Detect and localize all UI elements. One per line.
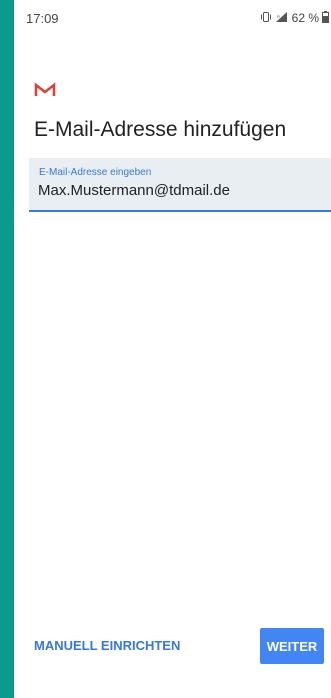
email-field-label: E-Mail-Adresse eingeben: [39, 167, 152, 178]
svg-text:R: R: [277, 14, 280, 19]
email-field[interactable]: E-Mail-Adresse eingeben: [29, 158, 331, 212]
status-time: 17:09: [26, 11, 59, 26]
gmail-logo-icon: [34, 82, 56, 96]
vibrate-icon: [260, 11, 272, 25]
status-icons: R 62 %: [260, 11, 329, 25]
app-screen: 17:09 R 62 % E-Mail-Adresse hinzufügen E…: [14, 0, 331, 698]
battery-percent: 62 %: [291, 11, 319, 25]
manual-setup-button[interactable]: MANUELL EINRICHTEN: [34, 638, 180, 653]
email-input[interactable]: [38, 182, 328, 199]
battery-icon: [322, 11, 329, 25]
status-bar: 17:09 R 62 %: [14, 0, 331, 40]
signal-icon: R: [275, 11, 289, 25]
next-button[interactable]: WEITER: [260, 628, 324, 664]
page-title: E-Mail-Adresse hinzufügen: [34, 118, 287, 141]
